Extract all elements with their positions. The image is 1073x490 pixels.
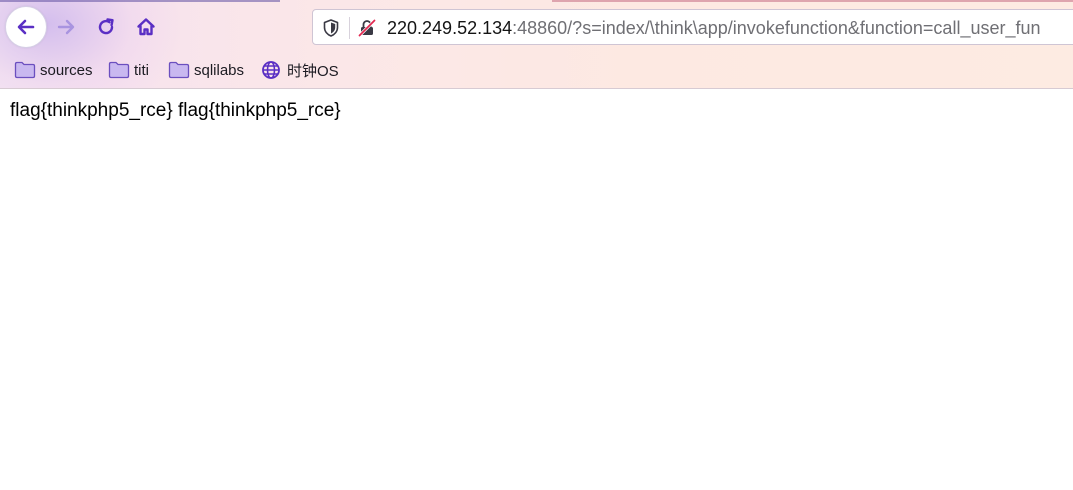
globe-icon bbox=[261, 61, 283, 79]
bookmark-label: sqlilabs bbox=[194, 61, 245, 79]
url-path: :48860/?s=index/\think\app/invokefunctio… bbox=[512, 18, 1041, 38]
page-body-text: flag{thinkphp5_rce} flag{thinkphp5_rce} bbox=[10, 100, 341, 121]
url-text[interactable]: 220.249.52.134:48860/?s=index/\think\app… bbox=[387, 17, 1041, 39]
shield-icon[interactable] bbox=[321, 18, 341, 38]
reload-button[interactable] bbox=[87, 8, 125, 46]
bookmark-sqlilabs[interactable]: sqlilabs bbox=[168, 58, 244, 82]
browser-toolbar: 220.249.52.134:48860/?s=index/\think\app… bbox=[0, 0, 1073, 89]
home-icon bbox=[137, 18, 155, 36]
tab-strip-edge-left bbox=[0, 0, 280, 2]
back-button[interactable] bbox=[5, 6, 47, 48]
folder-icon bbox=[14, 61, 36, 79]
address-bar-separator bbox=[349, 17, 350, 39]
reload-icon bbox=[98, 18, 114, 35]
bookmarks-toolbar: sources titi sqlilabs 时钟OS bbox=[0, 56, 1073, 84]
url-host: 220.249.52.134 bbox=[387, 18, 513, 38]
forward-arrow-icon bbox=[57, 19, 75, 35]
address-bar[interactable]: 220.249.52.134:48860/?s=index/\think\app… bbox=[312, 9, 1073, 45]
bookmark-label: titi bbox=[134, 61, 149, 79]
insecure-connection-icon[interactable] bbox=[357, 18, 377, 38]
bookmark-label: 时钟OS bbox=[287, 62, 339, 80]
bookmark-sources[interactable]: sources bbox=[14, 58, 93, 82]
bookmark-titi[interactable]: titi bbox=[108, 58, 149, 82]
forward-button[interactable] bbox=[47, 8, 85, 46]
tab-strip-edge-right bbox=[552, 0, 1073, 2]
bookmark-label: sources bbox=[40, 61, 93, 79]
folder-icon bbox=[108, 61, 130, 79]
back-arrow-icon bbox=[17, 19, 35, 35]
home-button[interactable] bbox=[127, 8, 165, 46]
folder-icon bbox=[168, 61, 190, 79]
bookmark-clock-os[interactable]: 时钟OS bbox=[261, 58, 339, 82]
